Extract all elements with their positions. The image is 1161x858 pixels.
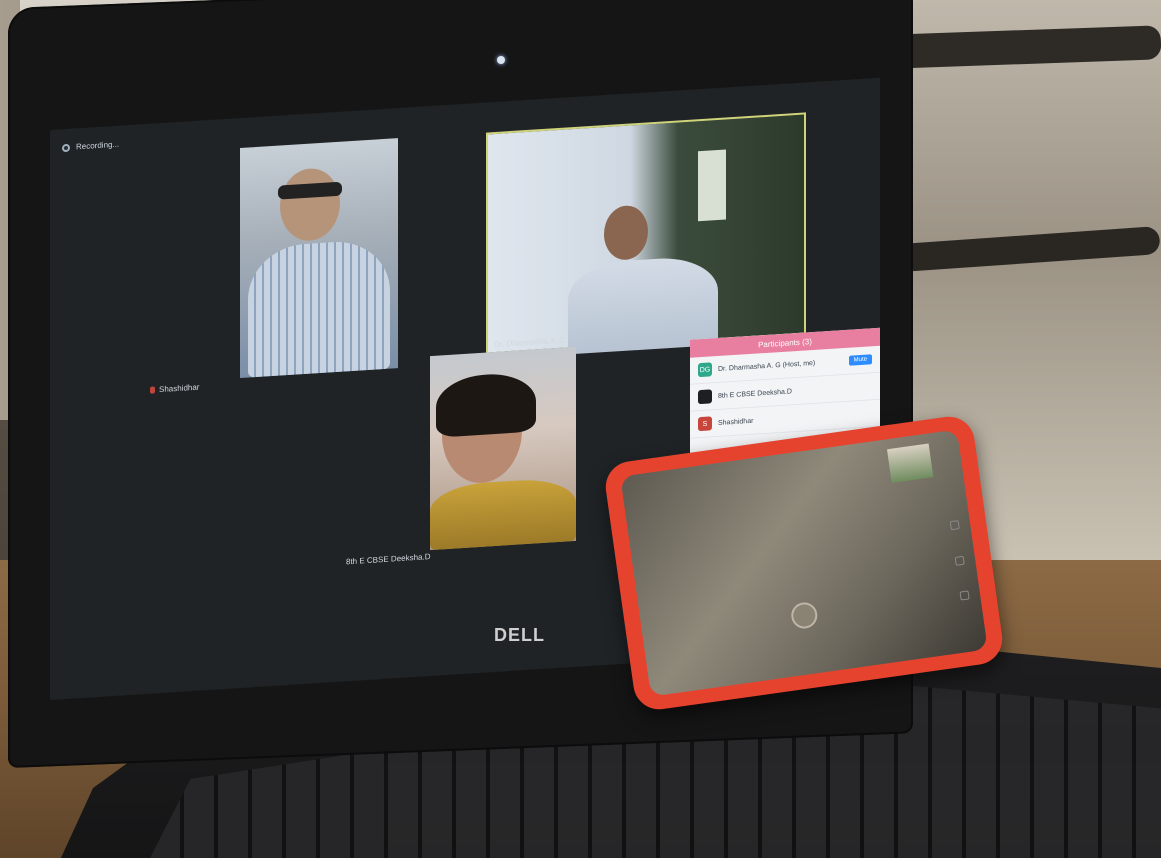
- person-head: [280, 166, 340, 243]
- dell-logo: DELL: [494, 625, 545, 645]
- webcam-light: [497, 56, 505, 64]
- phone-nav-bar: [949, 520, 970, 601]
- video-tile-2-active-speaker[interactable]: Dr. Dharmasha A. G: [486, 112, 806, 355]
- video-tile-1[interactable]: [240, 138, 398, 379]
- mute-button[interactable]: Mute: [848, 354, 872, 366]
- avatar: [698, 389, 712, 405]
- participant-name: Dr. Dharmasha A. G (Host, me): [718, 359, 816, 373]
- video-tile-3[interactable]: [430, 346, 576, 551]
- tile-label-2: Dr. Dharmasha A. G: [494, 335, 566, 350]
- smartphone: [602, 413, 1006, 713]
- participant-name: 8th E CBSE Deeksha.D: [718, 387, 792, 400]
- avatar: S: [698, 416, 712, 432]
- person-head: [604, 204, 648, 262]
- participant-name: Shashidhar: [718, 417, 754, 427]
- striped-shirt: [248, 238, 390, 378]
- tile-label-1: Shashidhar: [150, 383, 199, 395]
- phone-screen: [620, 429, 988, 697]
- recording-icon: [62, 143, 70, 152]
- recents-icon: [959, 590, 970, 601]
- recording-label: Recording...: [76, 139, 120, 152]
- yellow-garment: [430, 476, 576, 551]
- door-window: [698, 149, 726, 222]
- phone-video-pip: [886, 443, 934, 484]
- recording-indicator: Recording...: [62, 140, 119, 153]
- hair: [436, 371, 536, 438]
- back-icon: [949, 520, 960, 531]
- home-icon: [954, 555, 965, 566]
- muted-mic-icon: [150, 386, 155, 394]
- avatar: DG: [698, 362, 712, 378]
- tile-label-3: 8th E CBSE Deeksha.D: [346, 552, 431, 567]
- camera-shutter-icon: [789, 600, 819, 631]
- photo-scene: Recording... Shashidhar Dr. Dharmasha A.…: [0, 0, 1161, 858]
